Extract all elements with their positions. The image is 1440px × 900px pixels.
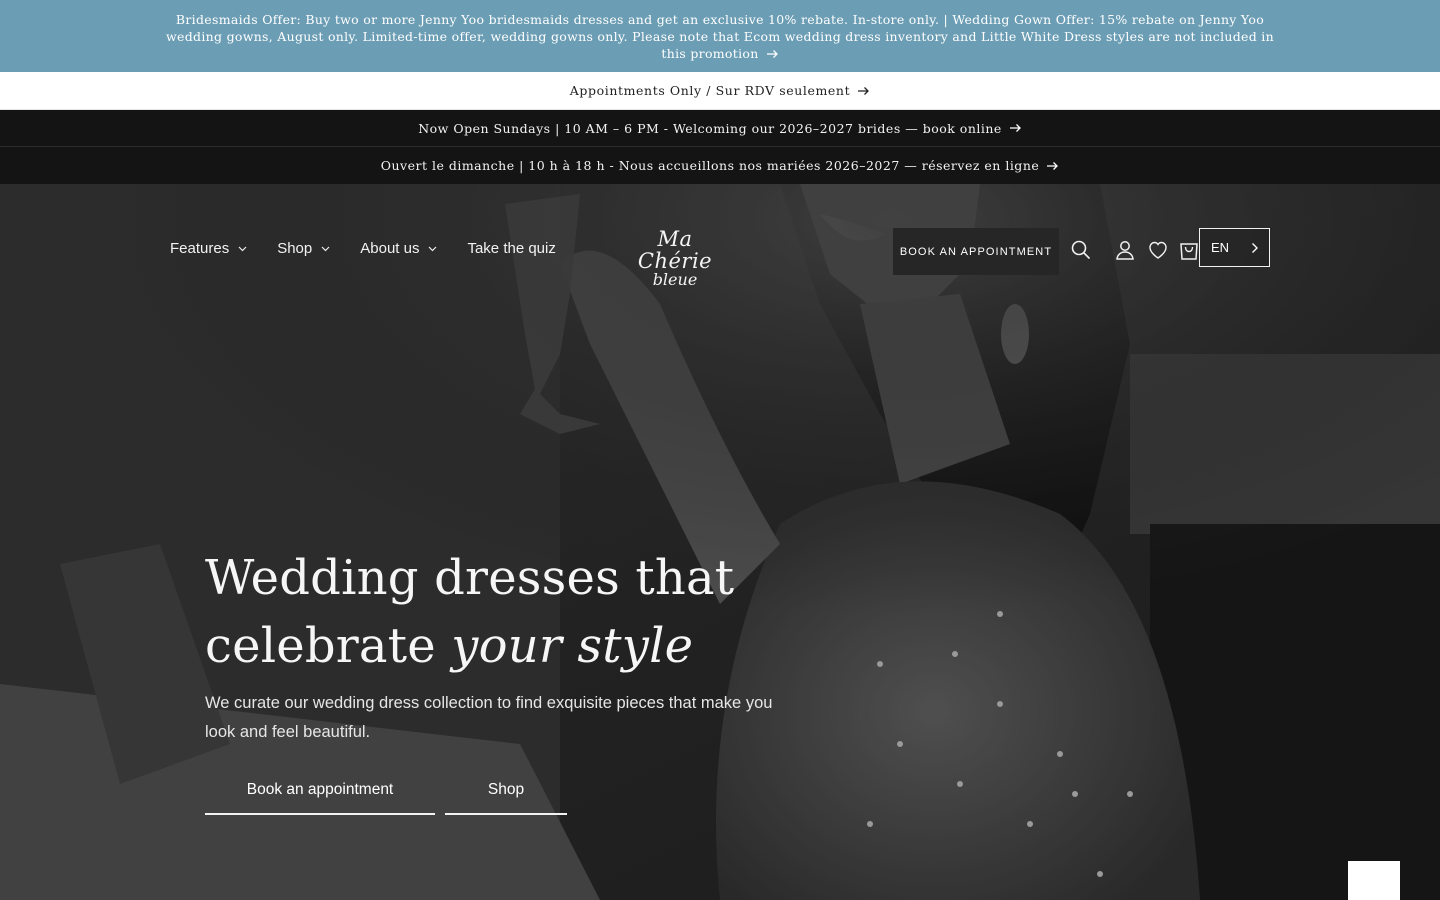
account-icon[interactable]	[1114, 239, 1136, 261]
chat-widget-button[interactable]	[1348, 861, 1400, 900]
hero-banner: Features Shop About us Take the quiz Ma …	[0, 184, 1440, 900]
hours-bar-fr[interactable]: Ouvert le dimanche | 10 h à 18 h - Nous …	[0, 147, 1440, 184]
nav-item-label: About us	[360, 240, 420, 257]
hours-bar-en[interactable]: Now Open Sundays | 10 AM – 6 PM - Welcom…	[0, 110, 1440, 147]
logo-line-2: bleue	[652, 270, 698, 289]
book-appointment-button[interactable]: Book an appointment	[205, 766, 435, 815]
arrow-right-icon	[1009, 124, 1021, 132]
cart-icon[interactable]	[1178, 239, 1200, 261]
hero-title-line-1: Wedding dresses that	[205, 550, 735, 606]
logo-line-1: Ma Chérie	[637, 227, 713, 273]
book-appointment-header-button[interactable]: BOOK AN APPOINTMENT	[893, 228, 1059, 275]
site-logo[interactable]: Ma Chérie bleue	[620, 227, 730, 288]
arrow-right-icon	[858, 86, 870, 95]
shop-button[interactable]: Shop	[445, 766, 567, 815]
search-icon[interactable]	[1070, 239, 1092, 261]
hours-en-text: Now Open Sundays | 10 AM – 6 PM - Welcom…	[418, 120, 1002, 136]
language-selector[interactable]: EN	[1199, 228, 1270, 267]
promo-announcement-bar[interactable]: Bridesmaids Offer: Buy two or more Jenny…	[0, 0, 1440, 72]
arrow-right-icon	[1047, 161, 1059, 170]
chevron-down-icon	[321, 246, 330, 251]
hero-title-line-2: celebrate	[205, 618, 452, 674]
arrow-right-icon	[766, 50, 778, 58]
main-navigation: Features Shop About us Take the quiz	[170, 240, 556, 257]
nav-item-label: Shop	[277, 240, 313, 257]
appointments-bar[interactable]: Appointments Only / Sur RDV seulement	[0, 72, 1440, 110]
nav-item-label: Take the quiz	[467, 240, 556, 257]
hero-title: Wedding dresses that celebrate your styl…	[205, 544, 825, 680]
chevron-right-icon	[1252, 242, 1259, 253]
appointments-text: Appointments Only / Sur RDV seulement	[569, 83, 851, 98]
hero-title-emphasis: your style	[451, 618, 694, 674]
hero-subtitle: We curate our wedding dress collection t…	[205, 694, 773, 741]
nav-item-features[interactable]: Features	[170, 240, 247, 257]
nav-item-shop[interactable]: Shop	[277, 240, 330, 257]
wishlist-heart-icon[interactable]	[1147, 239, 1169, 261]
language-label: EN	[1211, 240, 1230, 255]
promo-text: Bridesmaids Offer: Buy two or more Jenny…	[166, 11, 1274, 61]
nav-item-label: Features	[170, 240, 230, 257]
chevron-down-icon	[238, 246, 247, 251]
chevron-down-icon	[429, 246, 437, 251]
nav-item-about-us[interactable]: About us	[360, 240, 437, 257]
hours-fr-text: Ouvert le dimanche | 10 h à 18 h - Nous …	[380, 158, 1040, 173]
nav-item-take-the-quiz[interactable]: Take the quiz	[467, 240, 555, 257]
